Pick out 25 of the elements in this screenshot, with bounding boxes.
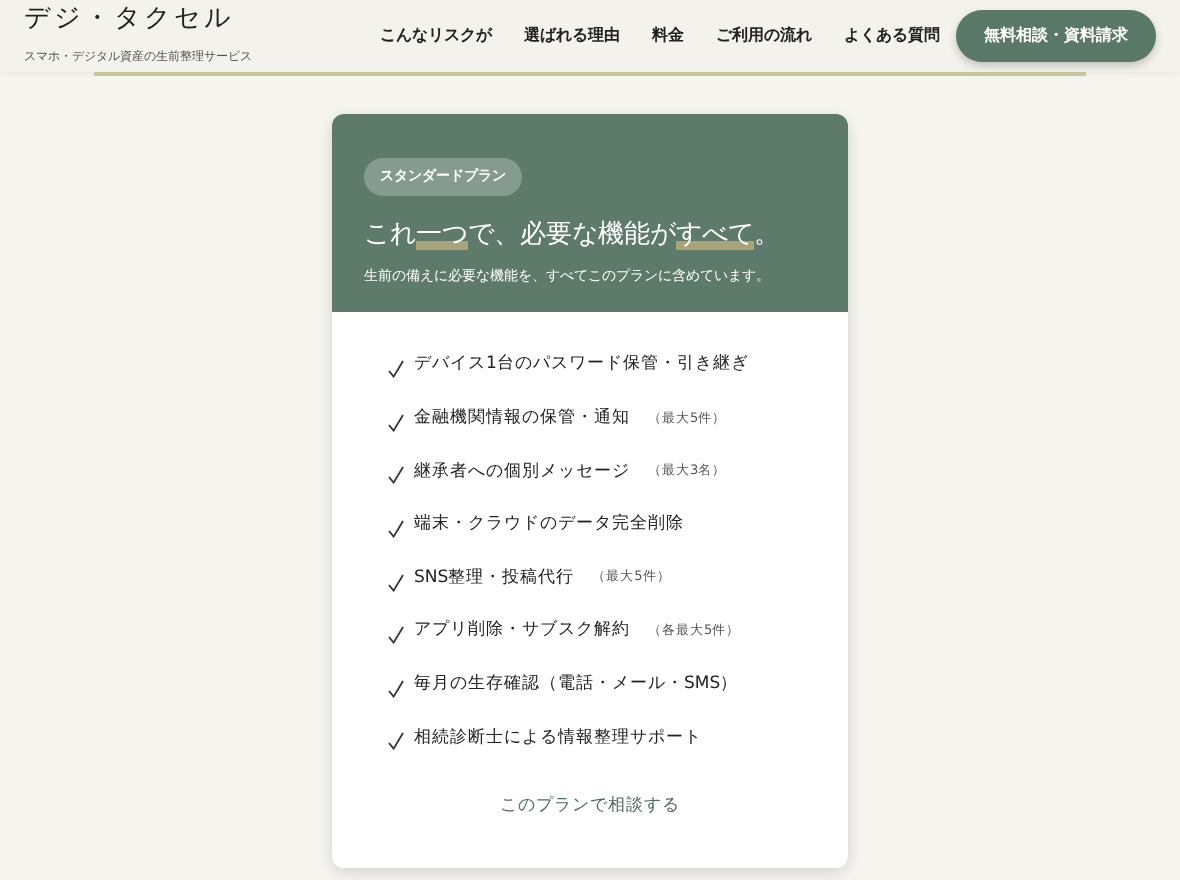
- feature-label: 毎月の生存確認（電話・メール・SMS）: [414, 671, 739, 698]
- cta-button[interactable]: 無料相談・資料請求: [956, 10, 1156, 62]
- feature-label: SNS整理・投稿代行: [414, 565, 575, 592]
- check-icon: [388, 466, 404, 485]
- nav-link[interactable]: こんなリスクが: [380, 24, 492, 48]
- check-icon: [388, 573, 404, 592]
- feature-label: アプリ削除・サブスク解約: [414, 618, 630, 645]
- nav-link[interactable]: よくある質問: [844, 24, 940, 48]
- plan-title: これ一つで、必要な機能がすべて。: [364, 217, 782, 253]
- check-icon: [388, 679, 404, 698]
- check-icon: [388, 732, 404, 751]
- feature-label: 端末・クラウドのデータ完全削除: [414, 512, 684, 538]
- check-icon: [388, 626, 404, 645]
- feature-label: 金融機関情報の保管・通知: [414, 406, 630, 432]
- logo[interactable]: デジ・タクセル: [24, 6, 364, 32]
- feature-label: 継承者への個別メッセージ: [414, 459, 630, 485]
- feature-label: デバイス1台のパスワード保管・引き継ぎ: [414, 352, 749, 379]
- check-icon: [388, 520, 404, 539]
- consult-link[interactable]: このプランで相談する: [332, 764, 848, 868]
- nav-link[interactable]: 料金: [652, 24, 684, 48]
- nav-link[interactable]: ご利用の流れ: [716, 24, 812, 48]
- feature-label: 相続診断士による情報整理サポート: [414, 725, 702, 751]
- check-icon: [388, 413, 404, 432]
- check-icon: [388, 360, 404, 379]
- nav-link[interactable]: 選ばれる理由: [524, 24, 620, 48]
